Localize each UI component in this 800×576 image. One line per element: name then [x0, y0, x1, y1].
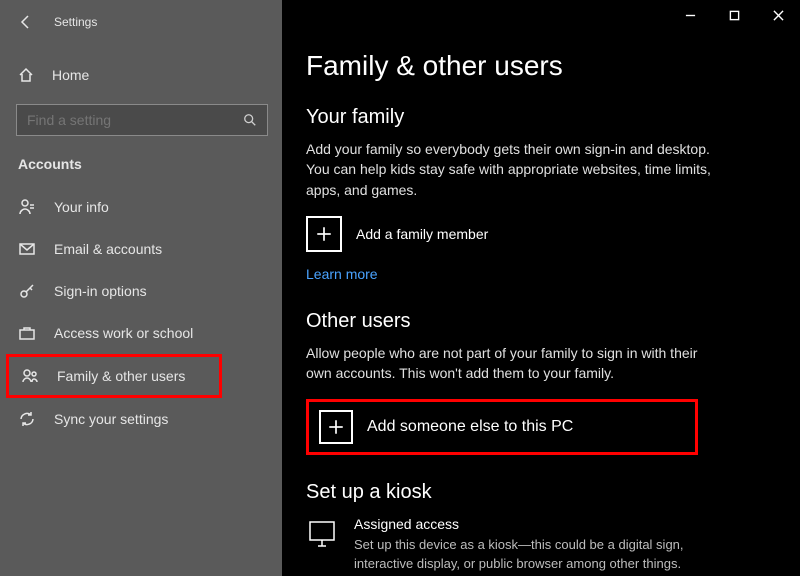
title-bar-controls [668, 0, 800, 30]
content-area: Family & other users Your family Add you… [282, 0, 800, 576]
add-someone-else-button[interactable]: Add someone else to this PC [306, 399, 698, 455]
sidebar-item-label: Email & accounts [54, 241, 162, 257]
kiosk-sub: Set up this device as a kiosk—this could… [354, 536, 726, 572]
sidebar-item-label: Sign-in options [54, 283, 147, 299]
add-someone-else-label: Add someone else to this PC [367, 418, 573, 436]
key-icon [18, 282, 36, 300]
kiosk-title: Assigned access [354, 516, 726, 532]
maximize-button[interactable] [712, 0, 756, 30]
sidebar-item-label: Family & other users [57, 368, 185, 384]
close-button[interactable] [756, 0, 800, 30]
sidebar-search[interactable] [16, 104, 268, 136]
page-title: Family & other users [306, 50, 768, 82]
plus-icon [319, 410, 353, 444]
family-desc: Add your family so everybody gets their … [306, 139, 726, 200]
search-input[interactable] [16, 104, 268, 136]
sidebar-item-signin-options[interactable]: Sign-in options [0, 270, 282, 312]
minimize-button[interactable] [668, 0, 712, 30]
learn-more-link[interactable]: Learn more [306, 266, 378, 282]
sidebar-home-label: Home [52, 67, 89, 83]
kiosk-heading: Set up a kiosk [306, 481, 768, 504]
sync-icon [18, 410, 36, 428]
sidebar-home[interactable]: Home [0, 56, 282, 94]
plus-icon [306, 216, 342, 252]
search-icon [242, 112, 258, 128]
window-title: Settings [54, 15, 97, 29]
home-icon [18, 67, 34, 83]
sidebar-section-label: Accounts [0, 136, 282, 180]
other-users-desc: Allow people who are not part of your fa… [306, 343, 726, 384]
people-icon [21, 367, 39, 385]
sidebar-item-your-info[interactable]: Your info [0, 186, 282, 228]
sidebar-item-family-other-users[interactable]: Family & other users [6, 354, 222, 398]
briefcase-icon [18, 324, 36, 342]
mail-icon [18, 240, 36, 258]
sidebar-items: Your info Email & accounts Sign-in optio… [0, 186, 282, 440]
add-family-member-button[interactable]: Add a family member [306, 216, 768, 252]
sidebar-item-work-school[interactable]: Access work or school [0, 312, 282, 354]
other-users-heading: Other users [306, 310, 768, 333]
sidebar-item-sync-settings[interactable]: Sync your settings [0, 398, 282, 440]
sidebar-item-email-accounts[interactable]: Email & accounts [0, 228, 282, 270]
sidebar-item-label: Sync your settings [54, 411, 168, 427]
sidebar: Settings Home Accounts Your info [0, 0, 282, 576]
sidebar-item-label: Your info [54, 199, 109, 215]
assigned-access-item[interactable]: Assigned access Set up this device as a … [306, 516, 726, 572]
family-heading: Your family [306, 106, 768, 129]
sidebar-item-label: Access work or school [54, 325, 193, 341]
add-family-label: Add a family member [356, 226, 488, 242]
monitor-icon [306, 518, 338, 550]
back-icon[interactable] [18, 14, 34, 30]
person-icon [18, 198, 36, 216]
